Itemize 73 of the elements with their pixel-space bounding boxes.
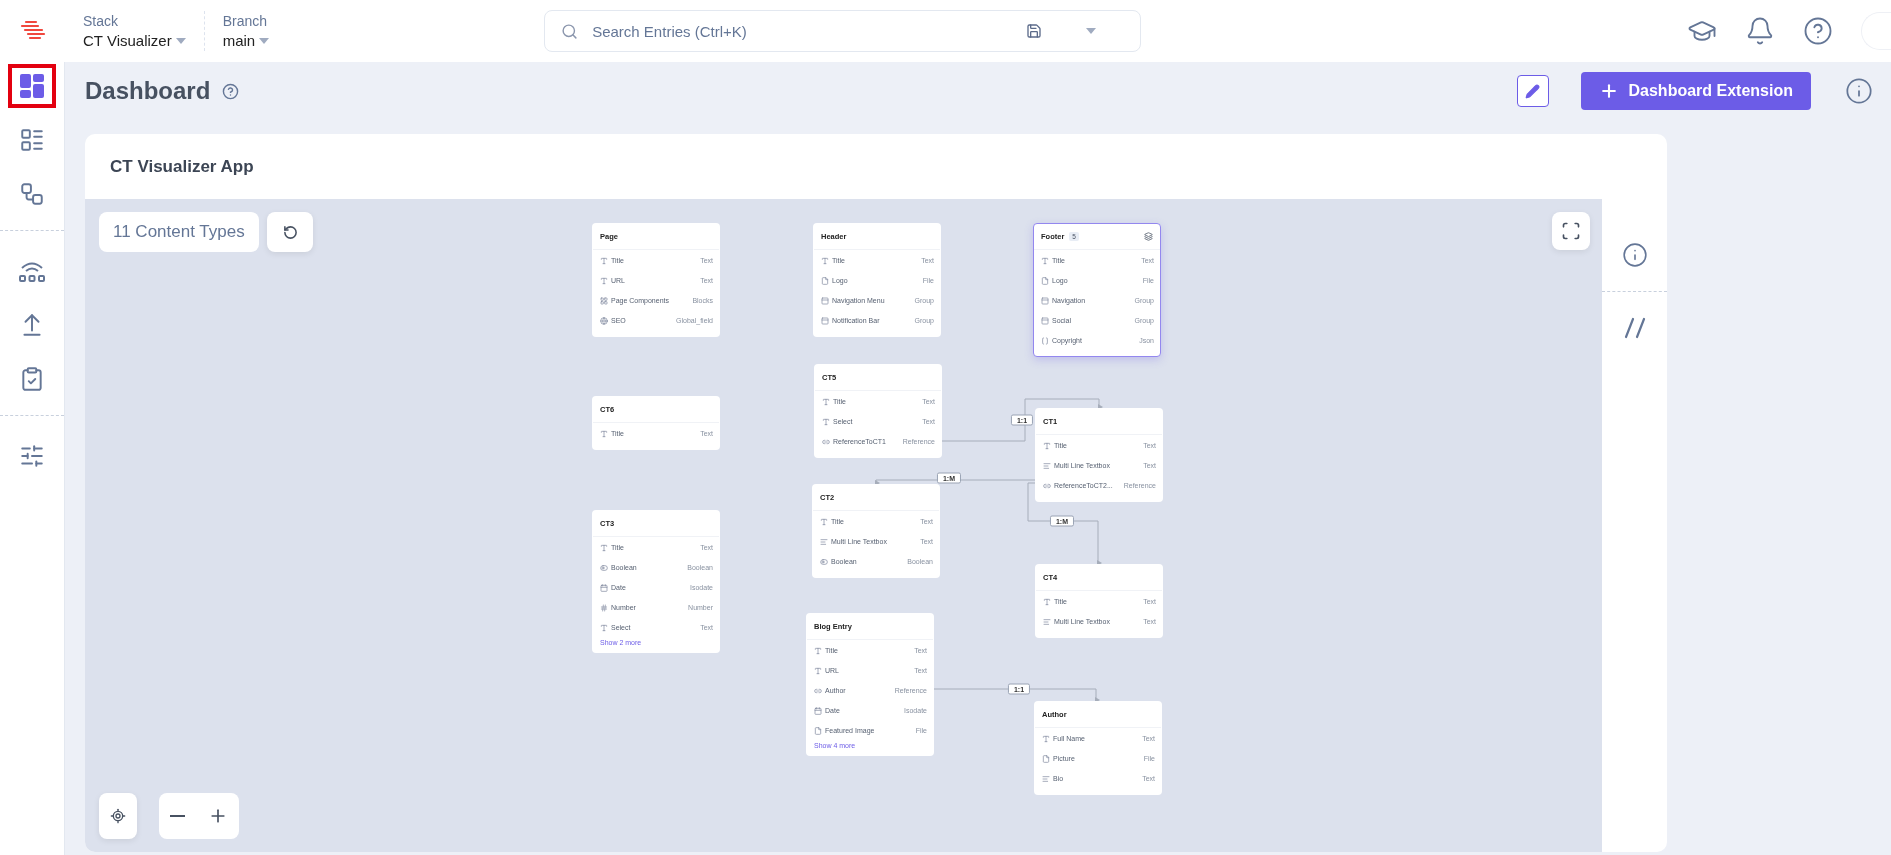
clipboard-check-icon: [19, 366, 45, 392]
fullscreen-icon: [1561, 221, 1581, 241]
json-field-icon: [1041, 336, 1049, 345]
branch-label: Branch: [222, 13, 268, 29]
minus-icon: [170, 815, 186, 817]
text-field-icon: [814, 646, 822, 655]
text-field-icon: [822, 417, 830, 426]
info-icon[interactable]: [1845, 77, 1873, 105]
reference-field-icon: [1043, 481, 1051, 490]
text-field-icon: [600, 543, 608, 552]
card-title: CT Visualizer App: [110, 156, 254, 177]
number-field-icon: [600, 603, 608, 612]
page-title: Dashboard: [85, 77, 211, 105]
text-field-icon: [1042, 734, 1050, 743]
list-icon: [19, 127, 45, 153]
text-field-icon: [820, 517, 828, 526]
branch-dropdown[interactable]: main: [222, 32, 270, 49]
text-field-icon: [600, 623, 608, 632]
text-field-icon: [600, 429, 608, 438]
blocks-field-icon: [600, 296, 608, 305]
boolean-field-icon: [600, 563, 608, 572]
reference-field-icon: [814, 686, 822, 695]
layers-icon[interactable]: [1144, 232, 1153, 241]
date-field-icon: [814, 706, 822, 715]
sidebar-item[interactable]: [8, 64, 56, 108]
help-icon[interactable]: [1803, 16, 1833, 46]
boolean-field-icon: [820, 557, 828, 566]
reference-field-icon: [822, 437, 830, 446]
group-field-icon: [821, 296, 829, 305]
pencil-icon: [1525, 83, 1540, 99]
content-type-count: 11 Content Types: [99, 212, 259, 252]
caret-icon: [259, 37, 270, 44]
group-field-icon: [1041, 296, 1049, 305]
dashboard-icon: [19, 73, 45, 99]
multiline-field-icon: [820, 537, 828, 546]
info-icon: [1621, 242, 1648, 268]
fullscreen-button[interactable]: [1552, 212, 1590, 250]
search-icon: [561, 22, 579, 40]
dashboard-extension-button[interactable]: Dashboard Extension: [1580, 72, 1811, 110]
sliders-icon: [19, 443, 45, 469]
stack-dropdown[interactable]: CT Visualizer: [83, 32, 186, 49]
text-field-icon: [814, 666, 822, 675]
text-field-icon: [822, 397, 830, 406]
text-field-icon: [1043, 597, 1051, 606]
text-field-icon: [600, 256, 608, 265]
multiline-field-icon: [1043, 461, 1051, 470]
file-field-icon: [1041, 276, 1049, 285]
text-field-icon: [1041, 256, 1049, 265]
save-icon[interactable]: [1026, 23, 1043, 39]
bell-icon[interactable]: [1745, 16, 1775, 46]
group-field-icon: [1041, 316, 1049, 325]
hierarchy-icon: [19, 181, 45, 207]
file-field-icon: [814, 726, 822, 735]
file-field-icon: [821, 276, 829, 285]
recenter-button[interactable]: [99, 793, 137, 839]
caret-icon: [1086, 28, 1097, 34]
global-field-icon: [600, 316, 608, 325]
edit-button[interactable]: [1516, 75, 1549, 107]
group-field-icon: [821, 316, 829, 325]
target-icon: [110, 808, 126, 824]
text-field-icon: [600, 276, 608, 285]
help-icon[interactable]: [222, 82, 240, 100]
reset-button[interactable]: [267, 212, 313, 252]
multiline-field-icon: [1043, 617, 1051, 626]
search-bar[interactable]: Search Entries (Ctrl+K): [544, 10, 1142, 52]
date-field-icon: [600, 583, 608, 592]
multiline-field-icon: [1042, 774, 1050, 783]
caret-icon: [175, 37, 186, 44]
text-field-icon: [821, 256, 829, 265]
reset-icon: [282, 224, 298, 240]
text-field-icon: [1043, 441, 1051, 450]
file-field-icon: [1042, 754, 1050, 763]
stack-label: Stack: [83, 13, 119, 29]
